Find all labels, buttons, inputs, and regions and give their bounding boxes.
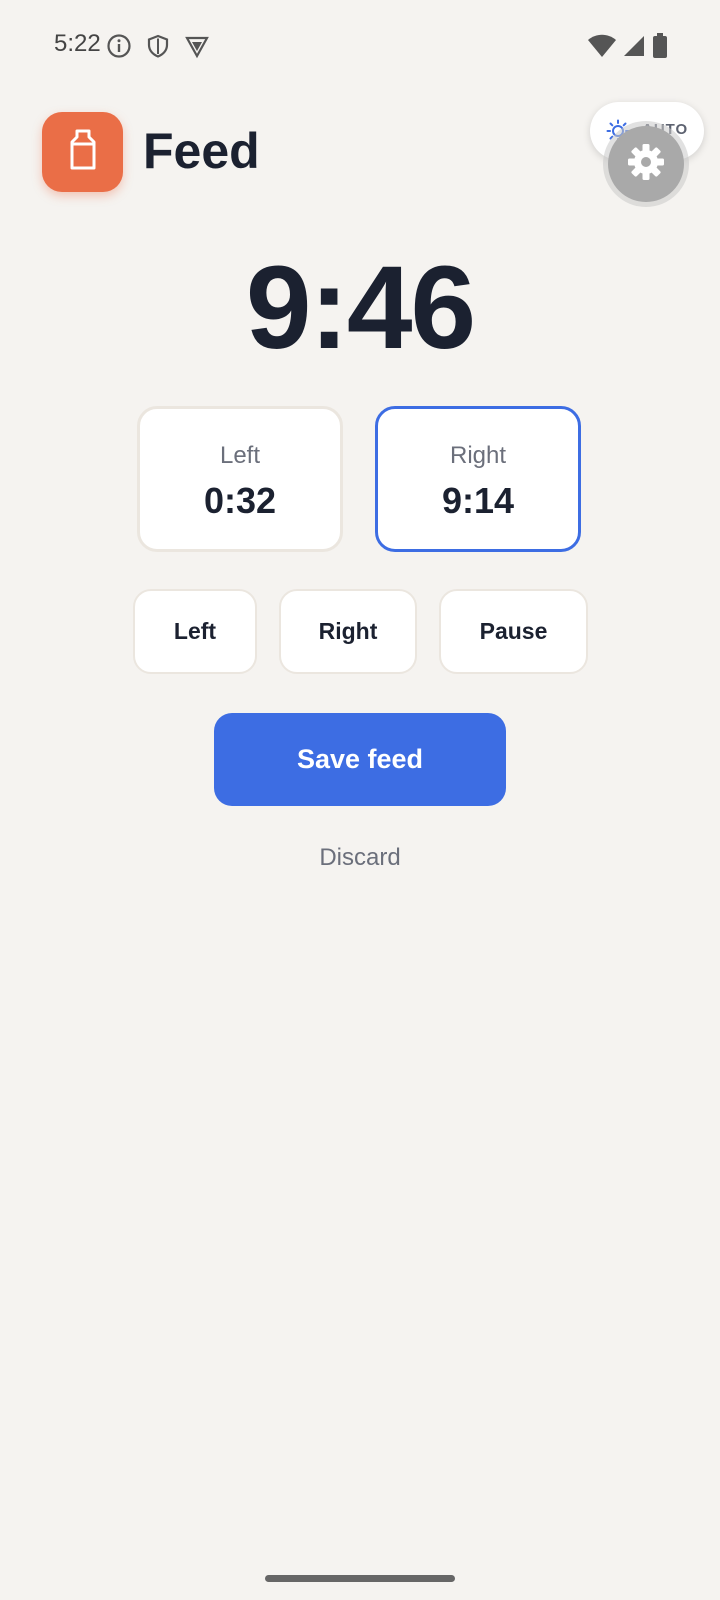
status-bar: 5:22 — [0, 0, 720, 92]
right-side-time: 9:14 — [441, 480, 515, 521]
left-side-card[interactable]: Left 0:32 — [137, 406, 343, 552]
shield-icon — [145, 33, 171, 59]
vpn-icon — [184, 33, 210, 59]
switch-left-button[interactable]: Left — [133, 589, 257, 674]
left-side-label: Left — [219, 442, 261, 469]
signal-icon — [622, 34, 646, 63]
total-timer: 9:46 — [245, 242, 476, 374]
status-time: 5:22 — [54, 30, 101, 57]
pause-button[interactable]: Pause — [439, 589, 588, 674]
page-title: Feed — [143, 123, 260, 179]
settings-button[interactable] — [603, 121, 689, 207]
right-side-label: Right — [449, 442, 507, 469]
info-icon — [106, 33, 132, 59]
discard-button[interactable]: Discard — [260, 844, 460, 872]
wifi-icon — [588, 34, 616, 63]
left-side-time: 0:32 — [203, 480, 277, 521]
app-logo — [42, 112, 123, 192]
home-indicator[interactable] — [265, 1575, 455, 1582]
save-feed-button[interactable]: Save feed — [214, 713, 506, 806]
battery-icon — [652, 33, 668, 64]
right-side-card[interactable]: Right 9:14 — [375, 406, 581, 552]
gear-icon — [626, 142, 666, 187]
bottle-icon — [66, 128, 100, 177]
switch-right-button[interactable]: Right — [279, 589, 417, 674]
